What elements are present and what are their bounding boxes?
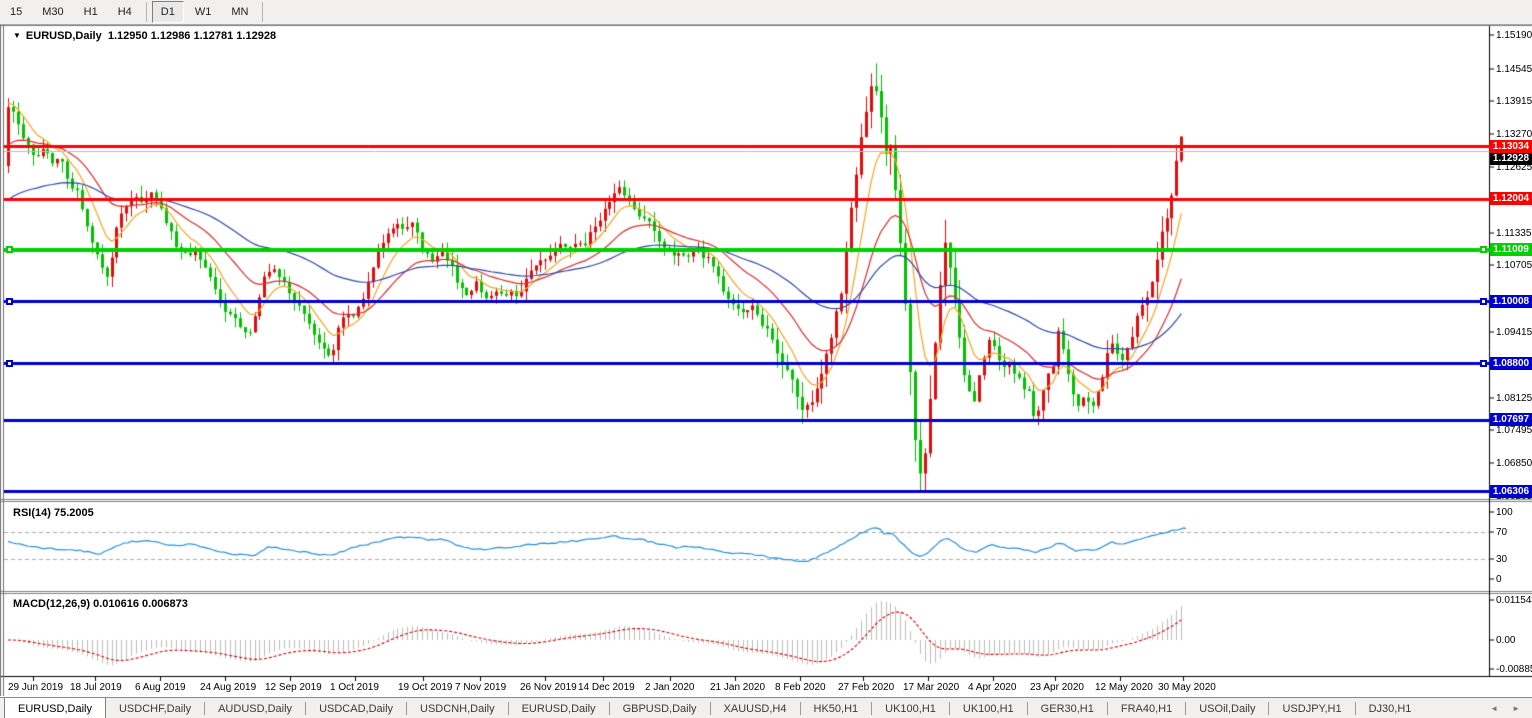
timeframe-toolbar: 15M30H1H4 D1W1MN [0, 0, 1532, 25]
tab-ger30-h1-11[interactable]: GER30,H1 [1028, 698, 1107, 718]
date-axis-label: 23 Apr 2020 [1030, 682, 1084, 693]
date-axis-label: 2 Jan 2020 [645, 682, 695, 693]
tab-usdjpy-h1-14[interactable]: USDJPY,H1 [1269, 698, 1354, 718]
price-axis-label: 1.14545 [1496, 64, 1532, 75]
date-axis-label: 19 Oct 2019 [398, 682, 452, 693]
tab-usdcnh-daily-4[interactable]: USDCNH,Daily [407, 698, 508, 718]
chart-tab-bar: EURUSD,DailyUSDCHF,DailyAUDUSD,DailyUSDC… [0, 697, 1532, 718]
chart-canvas[interactable] [0, 25, 1532, 696]
date-axis-label: 6 Aug 2019 [135, 682, 186, 693]
tab-fra40-h1-12[interactable]: FRA40,H1 [1108, 698, 1185, 718]
tab-dj30-h1-15[interactable]: DJ30,H1 [1356, 698, 1425, 718]
tab-scroll-left-icon[interactable]: ◄ [1490, 704, 1498, 713]
timeframe-button-H4[interactable]: H4 [109, 1, 141, 23]
price-axis-label: 1.09415 [1496, 327, 1532, 338]
date-axis-label: 24 Aug 2019 [200, 682, 256, 693]
macd-axis-label: 0.00 [1496, 635, 1515, 646]
current-price-badge: 1.12928 [1490, 152, 1532, 165]
level-drag-handle[interactable] [6, 298, 13, 305]
chart-title: ▼ EURUSD,Daily 1.12950 1.12986 1.12781 1.… [13, 30, 276, 42]
tab-gbpusd-daily-6[interactable]: GBPUSD,Daily [610, 698, 710, 718]
tab-usdchf-daily-1[interactable]: USDCHF,Daily [106, 698, 204, 718]
price-level-badge: 1.10008 [1490, 295, 1532, 308]
chevron-down-icon[interactable]: ▼ [13, 31, 21, 40]
timeframe-button-MN[interactable]: MN [222, 1, 257, 23]
price-level-badge: 1.07697 [1490, 413, 1532, 426]
rsi-indicator-label: RSI(14) 75.2005 [13, 507, 94, 519]
tab-uk100-h1-10[interactable]: UK100,H1 [950, 698, 1027, 718]
date-axis-label: 1 Oct 2019 [330, 682, 379, 693]
date-axis-label: 30 May 2020 [1158, 682, 1216, 693]
level-drag-handle[interactable] [1480, 298, 1487, 305]
timeframe-button-M30[interactable]: M30 [33, 1, 72, 23]
tab-usoil-daily-13[interactable]: USOil,Daily [1186, 698, 1268, 718]
timeframe-button-15[interactable]: 15 [1, 1, 31, 23]
price-level-badge: 1.08800 [1490, 357, 1532, 370]
timeframe-button-H1[interactable]: H1 [75, 1, 107, 23]
toolbar-separator [146, 2, 147, 22]
date-axis-label: 21 Jan 2020 [710, 682, 765, 693]
rsi-axis-label: 30 [1496, 554, 1507, 565]
tab-scroll-right-icon[interactable]: ► [1512, 704, 1520, 713]
price-axis-label: 1.13270 [1496, 129, 1532, 140]
macd-axis-label: 0.011544 [1496, 595, 1532, 606]
macd-axis-label: -0.008853 [1496, 664, 1532, 675]
date-axis-label: 17 Mar 2020 [903, 682, 959, 693]
tab-hk50-h1-8[interactable]: HK50,H1 [801, 698, 872, 718]
date-axis-label: 26 Nov 2019 [520, 682, 577, 693]
tab-eurusd-daily-5[interactable]: EURUSD,Daily [509, 698, 609, 718]
date-axis-label: 18 Jul 2019 [70, 682, 122, 693]
level-drag-handle[interactable] [1480, 246, 1487, 253]
rsi-axis-label: 0 [1496, 574, 1502, 585]
date-axis-label: 7 Nov 2019 [455, 682, 506, 693]
date-axis-label: 8 Feb 2020 [775, 682, 826, 693]
tab-uk100-h1-9[interactable]: UK100,H1 [872, 698, 949, 718]
date-axis-label: 29 Jun 2019 [8, 682, 63, 693]
chart-symbol-label: EURUSD,Daily [26, 30, 102, 42]
price-axis-label: 1.10705 [1496, 260, 1532, 271]
tab-usdcad-daily-3[interactable]: USDCAD,Daily [306, 698, 406, 718]
date-axis-label: 14 Dec 2019 [578, 682, 635, 693]
price-axis-label: 1.11335 [1496, 228, 1531, 239]
rsi-axis-label: 70 [1496, 527, 1507, 538]
tab-scroll-controls: ◄► [1478, 698, 1532, 718]
price-level-badge: 1.13034 [1490, 140, 1532, 153]
price-level-badge: 1.06306 [1490, 485, 1532, 498]
trading-terminal: 15M30H1H4 D1W1MN ▼ EURUSD,Daily 1.12950 1.… [0, 0, 1532, 718]
price-axis-label: 1.07495 [1496, 425, 1532, 436]
tab-eurusd-daily-0[interactable]: EURUSD,Daily [4, 698, 106, 718]
date-axis-label: 12 May 2020 [1095, 682, 1153, 693]
price-axis-label: 1.13915 [1496, 96, 1532, 107]
chart-window: ▼ EURUSD,Daily 1.12950 1.12986 1.12781 1.… [0, 25, 1532, 696]
level-drag-handle[interactable] [6, 360, 13, 367]
macd-indicator-label: MACD(12,26,9) 0.010616 0.006873 [13, 598, 188, 610]
level-drag-handle[interactable] [1480, 360, 1487, 367]
level-drag-handle[interactable] [6, 246, 13, 253]
date-axis-label: 12 Sep 2019 [265, 682, 322, 693]
toolbar-separator [262, 2, 263, 22]
price-level-badge: 1.12004 [1490, 192, 1532, 205]
chart-ohlc-values: 1.12950 1.12986 1.12781 1.12928 [108, 30, 276, 42]
price-axis-label: 1.08125 [1496, 393, 1532, 404]
price-level-badge: 1.11009 [1490, 243, 1532, 256]
rsi-axis-label: 100 [1496, 507, 1513, 518]
date-axis-label: 27 Feb 2020 [838, 682, 894, 693]
price-axis-label: 1.06850 [1496, 458, 1532, 469]
tab-xauusd-h4-7[interactable]: XAUUSD,H4 [711, 698, 800, 718]
tab-audusd-daily-2[interactable]: AUDUSD,Daily [205, 698, 305, 718]
price-axis-label: 1.15190 [1496, 30, 1532, 41]
date-axis-label: 4 Apr 2020 [968, 682, 1016, 693]
timeframe-button-D1[interactable]: D1 [152, 1, 184, 23]
timeframe-button-W1[interactable]: W1 [186, 1, 221, 23]
